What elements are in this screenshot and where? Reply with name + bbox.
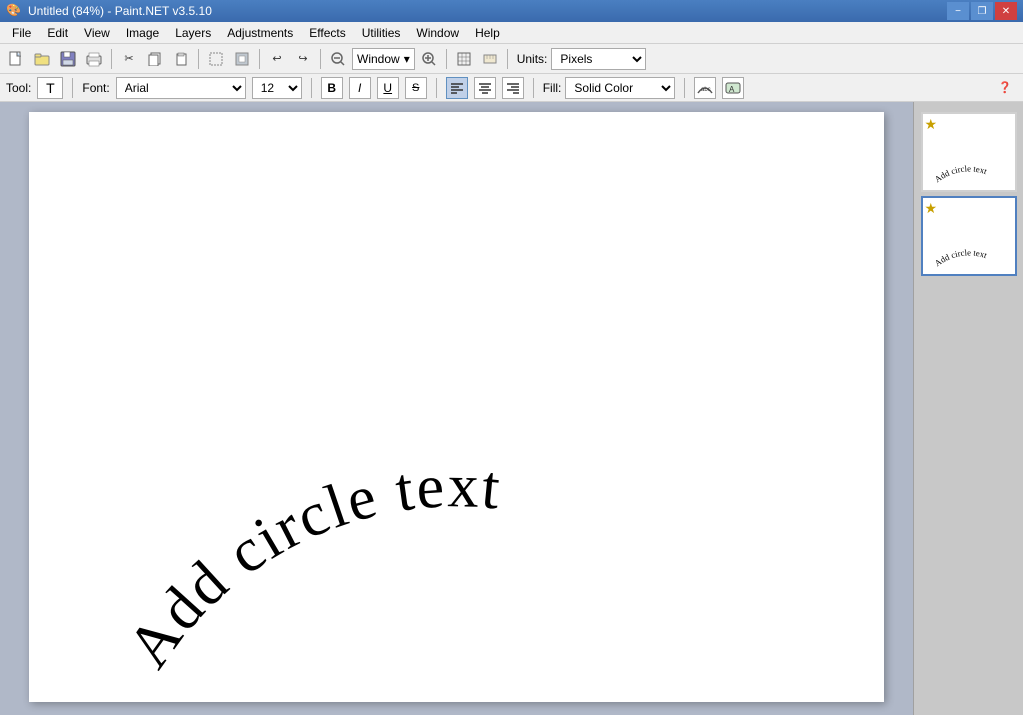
close-button[interactable]: ✕: [995, 2, 1017, 20]
app-icon: 🎨: [6, 3, 22, 19]
paste-button[interactable]: [169, 47, 193, 71]
align-right-button[interactable]: [502, 77, 524, 99]
underline-button[interactable]: U: [377, 77, 399, 99]
ruler-button[interactable]: [478, 47, 502, 71]
menu-layers[interactable]: Layers: [167, 22, 219, 43]
window-controls: − ❐ ✕: [947, 2, 1017, 20]
new-button[interactable]: [4, 47, 28, 71]
align-left-button[interactable]: [446, 77, 468, 99]
font-size-select[interactable]: 8 10 12 14 16 18 24 36 48 72: [252, 77, 302, 99]
units-select[interactable]: Pixels Inches Centimeters: [551, 48, 646, 70]
star-icon-2: ★: [925, 200, 941, 216]
toolbar-sep-5: [446, 49, 447, 69]
zoom-out-button[interactable]: [326, 47, 350, 71]
window-title: Untitled (84%) - Paint.NET v3.5.10: [28, 4, 212, 18]
fill-group: Fill: Solid Color Gradient (Linear) Grad…: [543, 77, 676, 99]
minimize-button[interactable]: −: [947, 2, 969, 20]
title-bar: 🎨 Untitled (84%) - Paint.NET v3.5.10 − ❐…: [0, 0, 1023, 22]
strikethrough-button[interactable]: S: [405, 77, 427, 99]
bold-button[interactable]: B: [321, 77, 343, 99]
menu-adjustments[interactable]: Adjustments: [219, 22, 301, 43]
tool-label: Tool:: [6, 81, 31, 95]
menu-edit[interactable]: Edit: [39, 22, 76, 43]
canvas-area[interactable]: Add circle text: [0, 102, 913, 715]
canvas: Add circle text: [29, 112, 884, 702]
history-label: [921, 106, 1017, 108]
toolbar-sep-4: [320, 49, 321, 69]
tool-sep-5: [684, 78, 685, 98]
thumbnail-2[interactable]: ★ Add circle text: [921, 196, 1017, 276]
zoom-in-button[interactable]: [417, 47, 441, 71]
menu-view[interactable]: View: [76, 22, 118, 43]
copy-button[interactable]: [143, 47, 167, 71]
svg-text:Add circle text: Add circle text: [932, 163, 988, 184]
tool-options-bar: Tool: T Font: Arial Times New Roman Cour…: [0, 74, 1023, 102]
tool-icon: T: [37, 77, 63, 99]
open-button[interactable]: [30, 47, 54, 71]
help-context-button[interactable]: ❓: [993, 76, 1017, 100]
print-button[interactable]: [82, 47, 106, 71]
right-panel: ★ Add circle text ★ Add circle text: [913, 102, 1023, 715]
star-icon-1: ★: [925, 116, 941, 132]
svg-text:abc: abc: [701, 87, 711, 93]
restore-button[interactable]: ❐: [971, 2, 993, 20]
units-label: Units:: [517, 52, 548, 66]
redo-button[interactable]: ↪: [291, 47, 315, 71]
italic-button[interactable]: I: [349, 77, 371, 99]
align-center-button[interactable]: [474, 77, 496, 99]
svg-text:Add circle text: Add circle text: [932, 247, 988, 268]
tool-sep-4: [533, 78, 534, 98]
curved-text-svg: Add circle text: [29, 112, 884, 702]
main-area: Add circle text ★ Add circle text ★: [0, 102, 1023, 715]
thumbnail-1[interactable]: ★ Add circle text: [921, 112, 1017, 192]
svg-text:A: A: [729, 85, 735, 94]
tool-sep-2: [311, 78, 312, 98]
tool-sep-3: [436, 78, 437, 98]
units-group: Units: Pixels Inches Centimeters: [517, 48, 647, 70]
menu-image[interactable]: Image: [118, 22, 167, 43]
menu-effects[interactable]: Effects: [301, 22, 353, 43]
toolbar-sep-3: [259, 49, 260, 69]
svg-text:Add circle text: Add circle text: [114, 452, 504, 680]
main-toolbar: ✂ ↩ ↪ Window ▾ Units: Pixels Inches Cent…: [0, 44, 1023, 74]
toolbar-sep-2: [198, 49, 199, 69]
text-effect-button[interactable]: A: [722, 77, 744, 99]
grid-button[interactable]: [452, 47, 476, 71]
font-select[interactable]: Arial Times New Roman Courier New: [116, 77, 246, 99]
undo-button[interactable]: ↩: [265, 47, 289, 71]
menu-file[interactable]: File: [4, 22, 39, 43]
menu-window[interactable]: Window: [408, 22, 467, 43]
invert-selection-button[interactable]: [230, 47, 254, 71]
zoom-arrow: ▾: [404, 52, 410, 66]
menu-help[interactable]: Help: [467, 22, 508, 43]
deselect-button[interactable]: [204, 47, 228, 71]
fill-label: Fill:: [543, 81, 562, 95]
zoom-dropdown[interactable]: Window ▾: [352, 48, 415, 70]
curve-text-button[interactable]: abc: [694, 77, 716, 99]
zoom-value: Window: [357, 52, 400, 66]
toolbar-sep-6: [507, 49, 508, 69]
font-label: Font:: [82, 81, 109, 95]
toolbar-sep-1: [111, 49, 112, 69]
menu-bar: File Edit View Image Layers Adjustments …: [0, 22, 1023, 44]
save-button[interactable]: [56, 47, 80, 71]
tool-sep-1: [72, 78, 73, 98]
cut-button[interactable]: ✂: [117, 47, 141, 71]
fill-select[interactable]: Solid Color Gradient (Linear) Gradient (…: [565, 77, 675, 99]
menu-utilities[interactable]: Utilities: [354, 22, 409, 43]
